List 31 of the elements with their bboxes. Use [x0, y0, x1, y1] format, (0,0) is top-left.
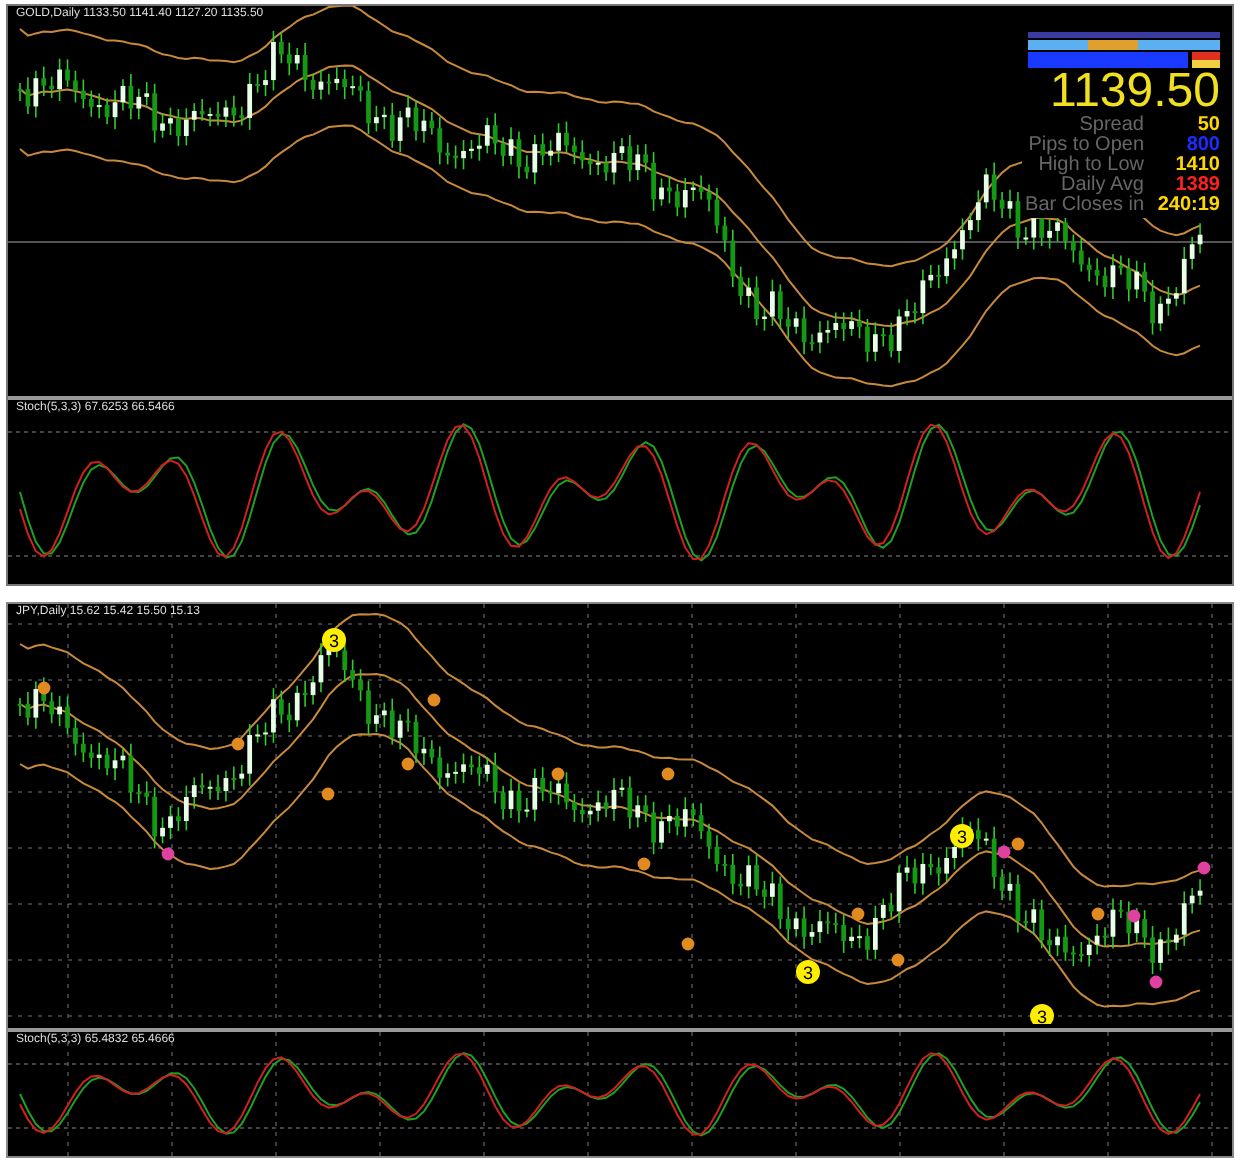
signal-dot-icon [1127, 909, 1141, 923]
signal-dot-icon [637, 857, 651, 871]
signal-marker: 3 [796, 960, 820, 984]
signal-dot-icon [1149, 975, 1163, 989]
info-label: High to Low [1038, 156, 1144, 176]
signal-marker: 3 [1030, 1004, 1054, 1024]
signal-dot-icon [321, 787, 335, 801]
signal-dot-icon [401, 757, 415, 771]
signal-dot-icon [551, 767, 565, 781]
signal-dot-icon [1197, 861, 1211, 875]
info-value: 240:19 [1156, 196, 1220, 216]
signal-dot-icon [851, 907, 865, 921]
signal-marker: 3 [322, 628, 346, 652]
signal-dot-icon [1091, 907, 1105, 921]
info-label: Bar Closes in [1025, 196, 1144, 216]
signal-dot-icon [891, 953, 905, 967]
signal-dot-icon [427, 693, 441, 707]
current-price: 1139.50 [1050, 68, 1220, 116]
signal-dot-icon [681, 937, 695, 951]
signal-dot-icon [37, 681, 51, 695]
info-value: 1410 [1173, 156, 1220, 176]
signal-dot-icon [231, 737, 245, 751]
info-label: Daily Avg [1060, 176, 1144, 196]
info-value: 50 [1195, 116, 1220, 136]
info-value: 1389 [1173, 176, 1220, 196]
info-value: 800 [1184, 136, 1220, 156]
signal-dot-icon [661, 767, 675, 781]
info-label: Spread [1079, 116, 1144, 136]
signal-marker: 3 [950, 824, 974, 848]
signal-dot-icon [161, 847, 175, 861]
info-label: Pips to Open [1028, 136, 1144, 156]
